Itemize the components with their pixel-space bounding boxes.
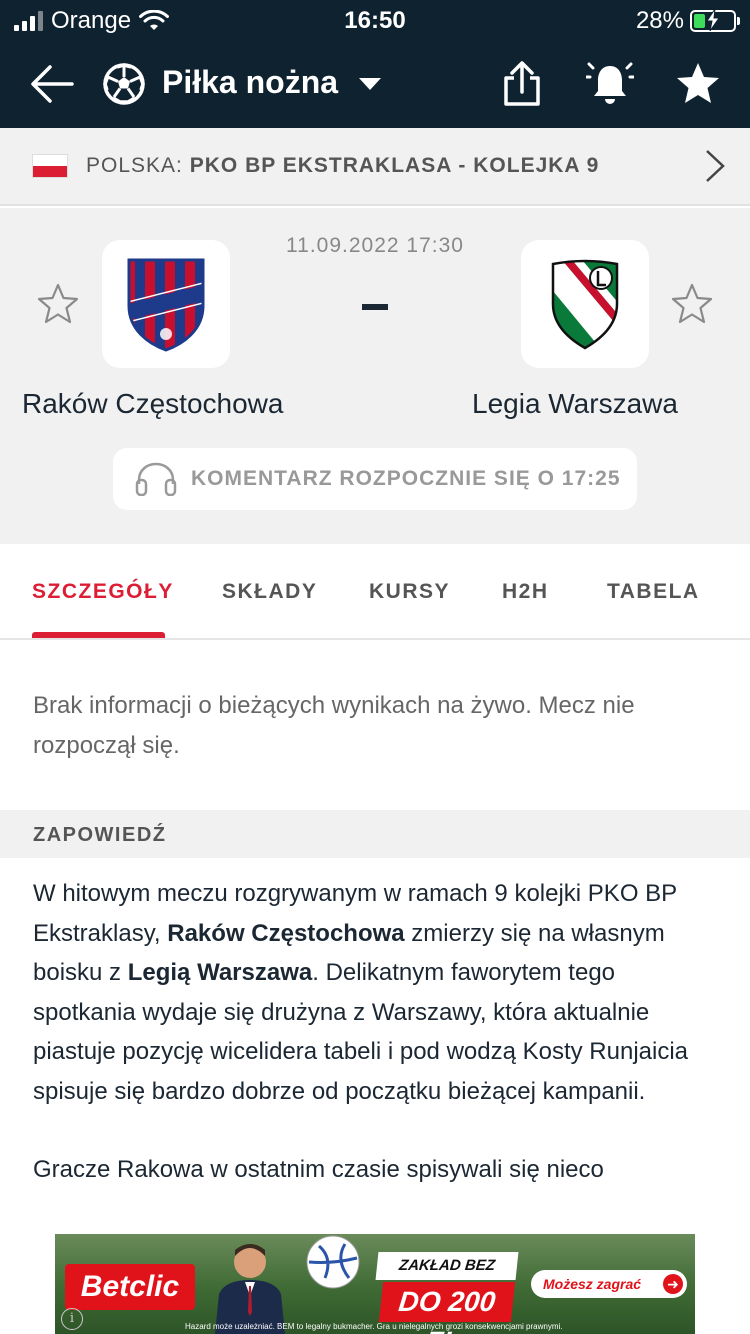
tab-lineups[interactable]: SKŁADY	[222, 580, 317, 604]
share-icon[interactable]	[500, 60, 544, 108]
top-nav-bar: Piłka nożna	[0, 40, 750, 128]
battery-percent: 28%	[635, 7, 684, 34]
chevron-right-icon[interactable]	[704, 148, 726, 184]
home-team-crest[interactable]	[102, 240, 230, 368]
star-icon[interactable]	[674, 60, 722, 108]
preview-section-header: ZAPOWIEDŹ	[0, 810, 750, 858]
home-team-name[interactable]: Raków Częstochowa	[22, 388, 283, 420]
caret-down-icon[interactable]	[358, 76, 382, 92]
favorite-away-star-icon[interactable]	[670, 282, 714, 326]
no-live-info: Brak informacji o bieżących wynikach na …	[33, 692, 635, 759]
home-team-mention: Raków Częstochowa	[167, 919, 405, 947]
tab-details[interactable]: SZCZEGÓŁY	[32, 580, 174, 604]
match-tabs: SZCZEGÓŁY SKŁADY KURSY H2H TABELA	[0, 544, 750, 640]
alarm-bell-icon[interactable]	[586, 60, 634, 108]
league-name: PKO BP EKSTRAKLASA - KOLEJKA 9	[189, 154, 600, 177]
active-tab-indicator	[32, 632, 165, 638]
info-icon[interactable]: i	[61, 1308, 83, 1330]
betclic-logo: Betclic	[65, 1264, 195, 1310]
battery-info: 28%	[635, 7, 740, 35]
ad-cta-button[interactable]: Możesz zagrać ➜	[531, 1270, 687, 1298]
commentary-notice: KOMENTARZ ROZPOCZNIE SIĘ O 17:25	[113, 448, 637, 510]
poland-flag-icon	[32, 154, 68, 178]
match-header: 11.09.2022 17:30 Raków Częstochowa Legia…	[0, 208, 750, 544]
sport-selector[interactable]: Piłka nożna	[162, 64, 338, 101]
soccer-ball-icon	[306, 1235, 360, 1289]
away-team-mention: Legią Warszawa	[127, 959, 313, 986]
league-country: POLSKA:	[86, 154, 183, 177]
battery-icon	[690, 9, 740, 32]
score-separator	[362, 304, 388, 310]
preview-text: W hitowym meczu rozgrywanym w ramach 9 k…	[33, 874, 723, 1190]
away-team-name[interactable]: Legia Warszawa	[472, 388, 678, 420]
ad-cta-label: Możesz zagrać	[543, 1276, 642, 1292]
ad-offer-line-2: DO 200 ZŁ	[378, 1282, 516, 1334]
arrow-left-icon[interactable]	[28, 62, 76, 106]
headphones-icon	[135, 462, 177, 496]
away-team-crest[interactable]	[521, 240, 649, 368]
tab-standings[interactable]: TABELA	[607, 580, 700, 604]
tab-odds[interactable]: KURSY	[369, 580, 450, 604]
league-title: POLSKA: PKO BP EKSTRAKLASA - KOLEJKA 9	[86, 154, 599, 178]
status-bar: Orange 16:50 28%	[0, 0, 750, 40]
league-row[interactable]: POLSKA: PKO BP EKSTRAKLASA - KOLEJKA 9	[0, 128, 750, 206]
rakow-crest-icon	[127, 258, 205, 352]
person-image	[215, 1244, 285, 1334]
ad-disclaimer: Hazard może uzależniać. BEM to legalny b…	[185, 1322, 563, 1331]
preview-paragraph-2: Gracze Rakowa w ostatnim czasie spisywal…	[33, 1156, 604, 1183]
legia-crest-icon	[551, 259, 619, 350]
tab-h2h[interactable]: H2H	[502, 580, 549, 604]
preview-heading: ZAPOWIEDŹ	[33, 824, 167, 846]
ad-offer: ZAKŁAD BEZ RYZYKA DO 200 ZŁ	[375, 1252, 519, 1334]
favorite-home-star-icon[interactable]	[36, 282, 80, 326]
commentary-text: KOMENTARZ ROZPOCZNIE SIĘ O 17:25	[191, 467, 621, 490]
ad-banner[interactable]: Betclic ZAKŁAD BEZ RYZYKA DO 200 ZŁ Może…	[55, 1234, 695, 1334]
soccer-ball-icon	[103, 63, 145, 105]
ad-offer-line-1: ZAKŁAD BEZ RYZYKA	[375, 1252, 519, 1302]
preview-paragraph-1: W hitowym meczu rozgrywanym w ramach 9 k…	[33, 874, 723, 1111]
arrow-right-icon: ➜	[663, 1274, 683, 1294]
